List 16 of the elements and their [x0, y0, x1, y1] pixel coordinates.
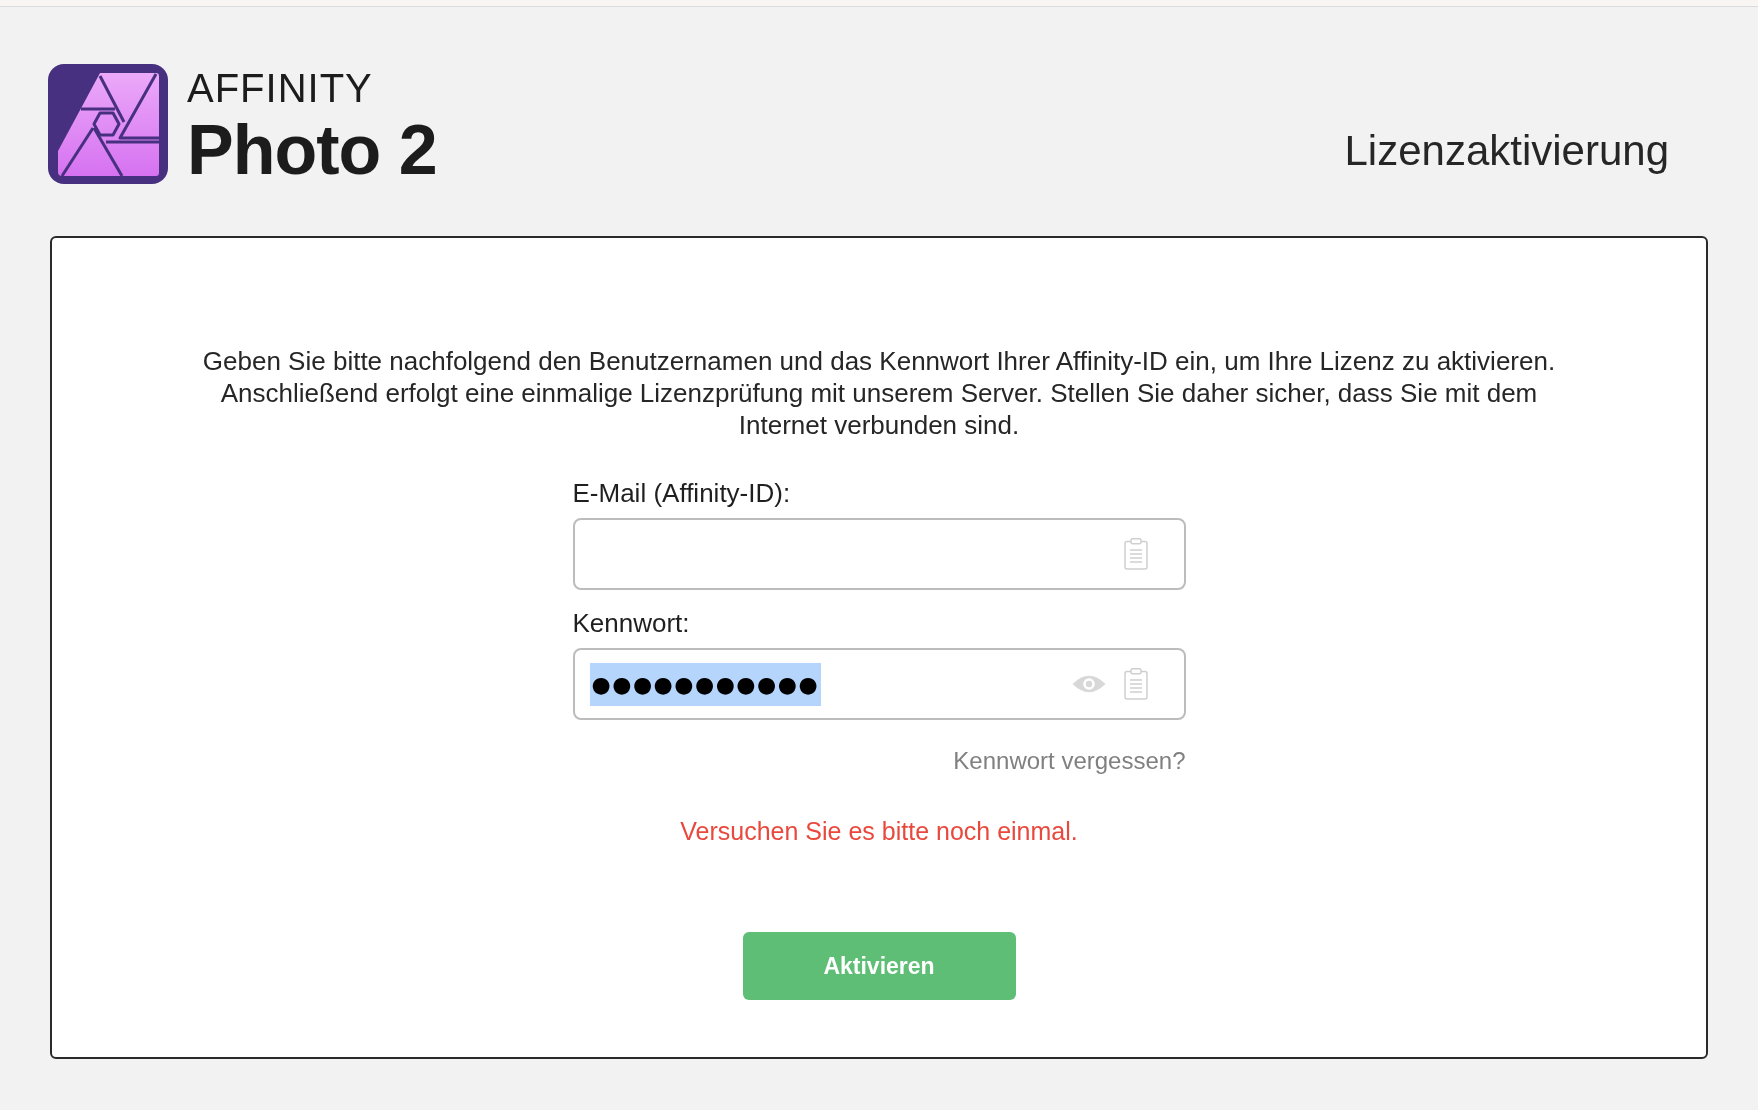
activate-button[interactable]: Aktivieren [742, 932, 1016, 1000]
field-label: Kennwort: [572, 608, 691, 638]
error-message: Versuchen Sie es bitte noch einmal. [680, 816, 1078, 846]
page-title: Lizenzaktivierung [1344, 127, 1669, 175]
aperture-logo-icon [48, 64, 168, 184]
clipboard-icon[interactable] [1123, 538, 1148, 570]
field-label: E-Mail (Affinity-ID): [572, 478, 792, 508]
forgot-password-link[interactable]: Kennwort vergessen? [953, 746, 1186, 776]
password-value: ●●●●●●●●●●● [589, 662, 822, 706]
eye-icon[interactable] [1071, 675, 1106, 693]
product-name: Photo 2 [187, 117, 437, 183]
email-field[interactable] [572, 518, 1186, 590]
clipboard-icon[interactable] [1123, 668, 1148, 700]
instructions-text: Geben Sie bitte nachfolgend den Benutzernamen und das Kennwort Ihrer Affinity-ID ein, um Ihre Lizenz zu aktivieren. Anschließend erfolgt eine einmalige Lizenzprüfung mit unserem Server. Stellen Sie daher sicher, dass Sie mit dem Internet verbunden sind. [201, 345, 1557, 441]
brand-name: AFFINITY [187, 68, 374, 108]
password-field[interactable]: ●●●●●●●●●●● [572, 648, 1186, 720]
